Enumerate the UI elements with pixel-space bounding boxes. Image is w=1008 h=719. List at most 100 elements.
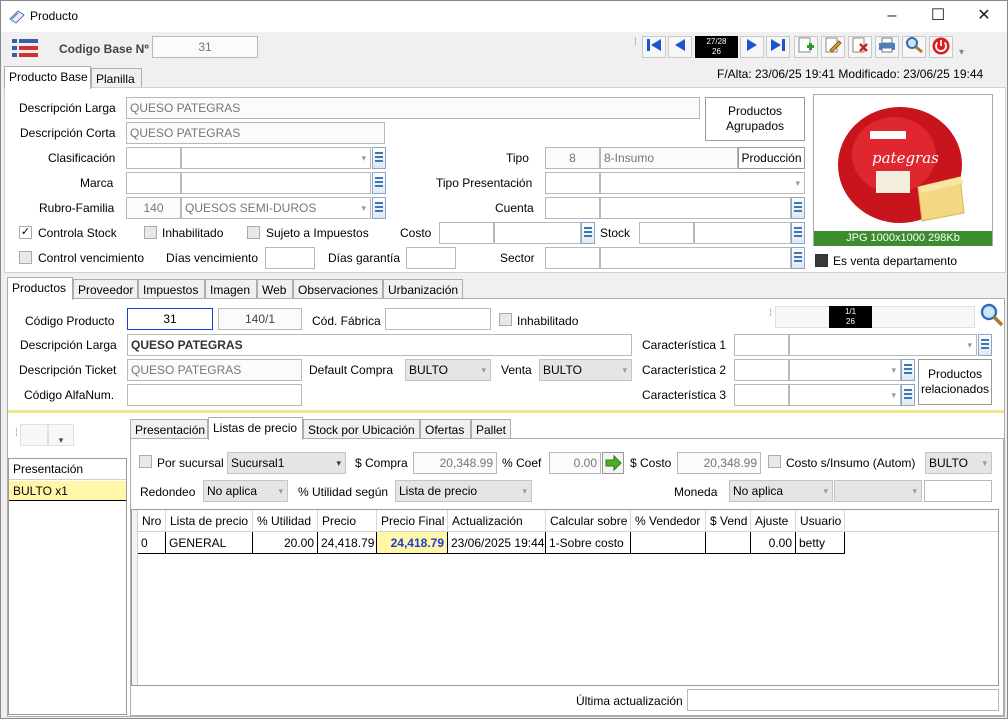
costo-insumo-checkbox[interactable]: [768, 455, 781, 468]
stock-lookup-button[interactable]: [791, 222, 805, 244]
cell-precio-final[interactable]: 24,418.79: [377, 532, 448, 554]
column-header-vend[interactable]: $ Vend: [706, 510, 751, 532]
redondeo-select[interactable]: No aplica ▾: [203, 480, 288, 502]
tab-stock-por-ubicacion[interactable]: Stock por Ubicación: [303, 419, 420, 440]
column-header-nro[interactable]: Nro: [138, 510, 166, 532]
column-header-actualizacion[interactable]: Actualización: [448, 510, 546, 532]
caracteristica-3-lookup[interactable]: [901, 384, 915, 406]
marca-name-field[interactable]: [181, 172, 371, 194]
controla-stock-checkbox[interactable]: ✓: [19, 226, 32, 239]
cell-calcular-sobre[interactable]: 1-Sobre costo: [546, 532, 631, 554]
toolbar-overflow-icon[interactable]: ▾: [959, 47, 964, 58]
caracteristica-1-lookup[interactable]: [978, 334, 992, 356]
column-header-calcular-sobre[interactable]: Calcular sobre: [546, 510, 631, 532]
list-menu-icon[interactable]: [12, 39, 38, 58]
costo-code-field[interactable]: [439, 222, 494, 244]
cell-actualizacion[interactable]: 23/06/2025 19:44: [448, 532, 546, 554]
clasificacion-select[interactable]: ▾: [181, 147, 371, 169]
productos-relacionados-button[interactable]: Productos relacionados: [918, 359, 992, 405]
column-header-vendedor[interactable]: % Vendedor: [631, 510, 706, 532]
cell-usuario[interactable]: betty: [796, 532, 845, 554]
column-header-ajuste[interactable]: Ajuste: [751, 510, 796, 532]
moneda-select[interactable]: No aplica ▾: [729, 480, 833, 502]
cuenta-lookup-button[interactable]: [791, 197, 805, 219]
tab-productos[interactable]: Productos: [7, 277, 73, 300]
desc-larga-field[interactable]: QUESO PATEGRAS: [126, 97, 700, 119]
tab-urbanizacion[interactable]: Urbanización: [383, 279, 463, 300]
sector-code-field[interactable]: [545, 247, 600, 269]
sujeto-impuestos-checkbox[interactable]: [247, 226, 260, 239]
cell-precio[interactable]: 24,418.79: [318, 532, 377, 554]
caracteristica-1-code[interactable]: [734, 334, 789, 356]
codigo-producto-secundario-field[interactable]: 140/1: [218, 308, 302, 330]
apply-coef-button[interactable]: [602, 452, 624, 474]
close-button[interactable]: ✕: [961, 1, 1007, 32]
clasificacion-lookup-button[interactable]: [372, 147, 386, 169]
coef-field[interactable]: 0.00: [549, 452, 601, 474]
codigo-producto-field[interactable]: 31: [127, 308, 213, 330]
cell-vendedor[interactable]: [631, 532, 706, 554]
costo-lookup-button[interactable]: [581, 222, 595, 244]
column-header-utilidad[interactable]: % Utilidad: [253, 510, 318, 532]
desc-ticket-field[interactable]: QUESO PATEGRAS: [127, 359, 302, 381]
inhabilitado-base-checkbox[interactable]: [144, 226, 157, 239]
cell-nro[interactable]: 0: [138, 532, 166, 554]
ultima-actualizacion-field[interactable]: [687, 689, 999, 711]
productos-agrupados-button[interactable]: Productos Agrupados: [705, 97, 805, 141]
marca-lookup-button[interactable]: [372, 172, 386, 194]
utilidad-segun-select[interactable]: Lista de precio ▾: [395, 480, 532, 502]
tipo-presentacion-select[interactable]: ▾: [600, 172, 805, 194]
product-search-icon[interactable]: [979, 303, 1005, 327]
presentacion-list-item[interactable]: BULTO x1: [9, 481, 126, 501]
prev-record-button[interactable]: [668, 36, 692, 58]
por-sucursal-checkbox[interactable]: [139, 455, 152, 468]
cell-lista[interactable]: GENERAL: [166, 532, 253, 554]
cell-vend[interactable]: [706, 532, 751, 554]
print-button[interactable]: [875, 36, 899, 58]
caracteristica-2-code[interactable]: [734, 359, 789, 381]
tab-pallet[interactable]: Pallet: [471, 419, 511, 440]
costo-name-field[interactable]: [494, 222, 581, 244]
column-header-usuario[interactable]: Usuario: [796, 510, 845, 532]
column-header-precio-final[interactable]: Precio Final: [377, 510, 448, 532]
codigo-base-field[interactable]: 31: [152, 36, 258, 58]
maximize-button[interactable]: ☐: [915, 1, 961, 32]
last-record-button[interactable]: [766, 36, 790, 58]
next-record-button[interactable]: [740, 36, 764, 58]
caracteristica-2-lookup[interactable]: [901, 359, 915, 381]
minimize-button[interactable]: –: [869, 1, 915, 32]
rubro-lookup-button[interactable]: [372, 197, 386, 219]
first-record-button[interactable]: [642, 36, 666, 58]
column-header-lista[interactable]: Lista de precio: [166, 510, 253, 532]
cell-ajuste[interactable]: 0.00: [751, 532, 796, 554]
tipo-name-field[interactable]: 8-Insumo: [600, 147, 738, 169]
cod-fabrica-field[interactable]: [385, 308, 491, 330]
tab-web[interactable]: Web: [257, 279, 293, 300]
cuenta-name-field[interactable]: [600, 197, 791, 219]
clasificacion-code-field[interactable]: [126, 147, 181, 169]
default-compra-select[interactable]: BULTO ▾: [405, 359, 491, 381]
exit-button[interactable]: [929, 36, 953, 58]
tipo-code-field[interactable]: 8: [545, 147, 600, 169]
add-record-button[interactable]: [794, 36, 818, 58]
sector-name-field[interactable]: [600, 247, 791, 269]
rubro-select[interactable]: QUESOS SEMI-DUROS ▾: [181, 197, 371, 219]
costo-unidad-select[interactable]: BULTO ▾: [925, 452, 992, 474]
moneda-secundaria-select[interactable]: ▾: [834, 480, 922, 502]
tab-producto-base[interactable]: Producto Base: [4, 66, 91, 89]
alfanum-field[interactable]: [127, 384, 302, 406]
stock-name-field[interactable]: [694, 222, 791, 244]
column-header-precio[interactable]: Precio: [318, 510, 377, 532]
es-venta-departamento-checkbox[interactable]: [815, 254, 828, 267]
moneda-valor-field[interactable]: [924, 480, 992, 502]
tab-planilla[interactable]: Planilla: [91, 68, 142, 89]
costo-precio-field[interactable]: 20,348.99: [677, 452, 761, 474]
cell-utilidad[interactable]: 20.00: [253, 532, 318, 554]
cuenta-code-field[interactable]: [545, 197, 600, 219]
tab-imagen[interactable]: Imagen: [205, 279, 257, 300]
tab-proveedor[interactable]: Proveedor: [73, 279, 138, 300]
sucursal-select[interactable]: Sucursal1 ▾: [227, 452, 346, 474]
produccion-button[interactable]: Producción: [738, 147, 805, 169]
caracteristica-1-select[interactable]: ▾: [789, 334, 977, 356]
control-vencimiento-checkbox[interactable]: [19, 251, 32, 264]
